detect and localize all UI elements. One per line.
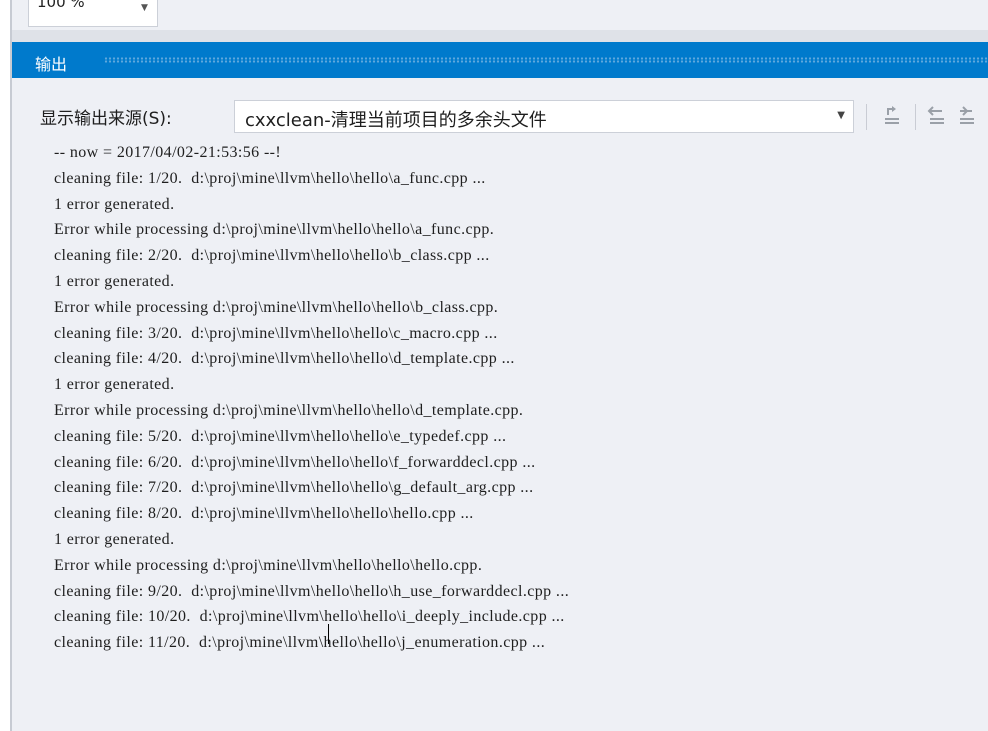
- output-line: Error while processing d:\proj\mine\llvm…: [54, 556, 483, 574]
- toolbar-separator: [915, 104, 916, 130]
- output-line: cleaning file: 1/20. d:\proj\mine\llvm\h…: [54, 169, 486, 187]
- source-label: 显示输出来源(S):: [40, 109, 172, 129]
- output-line: cleaning file: 4/20. d:\proj\mine\llvm\h…: [54, 350, 515, 368]
- output-line: cleaning file: 9/20. d:\proj\mine\llvm\h…: [54, 582, 570, 600]
- output-line: cleaning file: 7/20. d:\proj\mine\llvm\h…: [54, 479, 534, 497]
- chevron-down-icon[interactable]: ▼: [837, 110, 845, 121]
- go-to-next-message-icon[interactable]: [958, 103, 986, 131]
- output-source-select[interactable]: cxxclean-清理当前项目的多余头文件 ▼: [234, 100, 854, 133]
- output-line: Error while processing d:\proj\mine\llvm…: [54, 298, 499, 316]
- output-line: cleaning file: 2/20. d:\proj\mine\llvm\h…: [54, 247, 490, 265]
- output-text-area[interactable]: -- now = 2017/04/02-21:53:56 --! cleanin…: [12, 140, 988, 731]
- output-line: cleaning file: 10/20. d:\proj\mine\llvm\…: [54, 608, 565, 626]
- output-line: -- now = 2017/04/02-21:53:56 --!: [54, 144, 282, 161]
- output-line: cleaning file: 11/20. d:\proj\mine\llvm\…: [54, 634, 546, 652]
- output-line: Error while processing d:\proj\mine\llvm…: [54, 401, 524, 419]
- left-margin: [0, 0, 10, 731]
- zoom-value: 100 %: [37, 0, 85, 11]
- zoom-combobox[interactable]: 100 % ▼: [28, 0, 158, 27]
- chevron-down-icon[interactable]: ▼: [141, 3, 148, 13]
- output-toolbar: 显示输出来源(S): cxxclean-清理当前项目的多余头文件 ▼: [12, 78, 988, 140]
- toolbar-separator: [866, 104, 867, 130]
- go-to-previous-message-icon[interactable]: [924, 103, 952, 131]
- find-message-in-code-icon[interactable]: [878, 103, 906, 131]
- output-title-bar[interactable]: 输出: [12, 42, 988, 78]
- output-lines: -- now = 2017/04/02-21:53:56 --! cleanin…: [54, 140, 569, 656]
- output-line: 1 error generated.: [54, 530, 175, 548]
- output-line: 1 error generated.: [54, 376, 175, 394]
- zoom-strip: 100 % ▼: [12, 0, 988, 30]
- output-line: 1 error generated.: [54, 195, 175, 213]
- output-line: cleaning file: 8/20. d:\proj\mine\llvm\h…: [54, 505, 474, 523]
- strip-separator: [12, 30, 988, 42]
- output-line: Error while processing d:\proj\mine\llvm…: [54, 221, 495, 239]
- panel-title: 输出: [35, 55, 68, 74]
- output-line: cleaning file: 3/20. d:\proj\mine\llvm\h…: [54, 324, 498, 342]
- text-caret: [328, 624, 329, 644]
- title-grip: [104, 57, 988, 63]
- output-line: 1 error generated.: [54, 272, 175, 290]
- output-line: cleaning file: 5/20. d:\proj\mine\llvm\h…: [54, 427, 507, 445]
- output-source-value: cxxclean-清理当前项目的多余头文件: [245, 110, 547, 131]
- output-line: cleaning file: 6/20. d:\proj\mine\llvm\h…: [54, 453, 536, 471]
